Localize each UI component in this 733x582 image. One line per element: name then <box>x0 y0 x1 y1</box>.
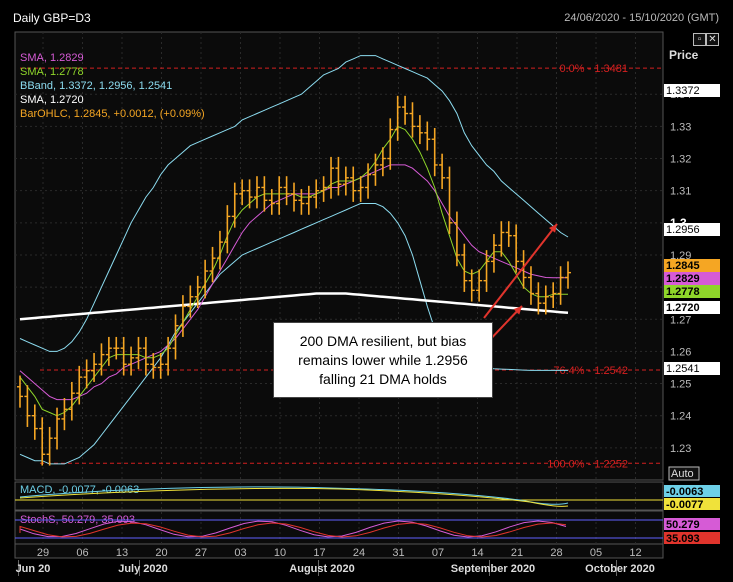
y-tick-label: 1.23 <box>670 443 691 455</box>
legend-sma-mid: SMA, 1.2829 <box>20 52 84 64</box>
y-tick-label: 1.27 <box>670 314 691 326</box>
month-label: Jun 20 <box>16 563 51 575</box>
price-tag-text: 1.2829 <box>666 273 700 285</box>
macd-tag-text: -0.0063 <box>666 486 703 498</box>
x-tick-label: 07 <box>432 547 444 559</box>
y-tick-label: 1.26 <box>670 346 691 358</box>
xaxis-frame <box>14 543 664 559</box>
month-label: September 2020 <box>451 563 535 575</box>
x-tick-label: 13 <box>116 547 128 559</box>
x-tick-label: 12 <box>629 547 641 559</box>
legend-bar-ohlc: BarOHLC, 1.2845, +0.0012, (+0.09%) <box>20 108 205 120</box>
callout-line-2: remains lower while 1.2956 <box>298 352 468 368</box>
x-tick-label: 05 <box>590 547 602 559</box>
x-tick-label: 24 <box>353 547 365 559</box>
fib-level-label: 100.0% - 1.2252 <box>547 458 628 470</box>
x-tick-label: 17 <box>313 547 325 559</box>
price-tag-text: 1.2720 <box>666 302 700 314</box>
x-tick-label: 21 <box>511 547 523 559</box>
analysis-callout: 200 DMA resilient, but bias remains lowe… <box>273 322 493 398</box>
month-label: August 2020 <box>289 563 354 575</box>
y-tick-label: 1.33 <box>670 121 691 133</box>
legend-sma-fast: SMA, 1.2778 <box>20 66 84 78</box>
legend-sma-long: SMA, 1.2720 <box>20 94 84 106</box>
x-tick-label: 03 <box>234 547 246 559</box>
legend-bband: BBand, 1.3372, 1.2956, 1.2541 <box>20 80 173 92</box>
month-label: October 2020 <box>585 563 655 575</box>
x-tick-label: 10 <box>274 547 286 559</box>
auto-scale-label: Auto <box>671 468 694 480</box>
x-tick-label: 29 <box>37 547 49 559</box>
restore-icon[interactable]: ▫ <box>693 33 706 46</box>
y-tick-label: 1.32 <box>670 154 691 166</box>
x-tick-label: 31 <box>392 547 404 559</box>
x-tick-label: 20 <box>155 547 167 559</box>
x-tick-label: 06 <box>76 547 88 559</box>
y-tick-label: 1.31 <box>670 186 691 198</box>
stoch-tag-text: 35.093 <box>666 533 700 545</box>
price-tag-text: 1.3372 <box>666 85 700 97</box>
stoch-tag-text: 50.279 <box>666 519 700 531</box>
fib-level-label: 0.0% - 1.3481 <box>560 63 629 75</box>
price-tag-text: 1.2845 <box>666 260 700 272</box>
close-icon[interactable]: ✕ <box>706 33 719 46</box>
x-tick-label: 14 <box>471 547 483 559</box>
y-tick-label: 1.25 <box>670 379 691 391</box>
price-tag-text: 1.2541 <box>666 363 700 375</box>
price-axis-label: Price <box>669 48 699 62</box>
x-tick-label: 28 <box>550 547 562 559</box>
fib-level-label: 76.4% - 1.2542 <box>553 365 628 377</box>
price-tag-text: 1.2956 <box>666 224 700 236</box>
callout-line-3: falling 21 DMA holds <box>319 371 447 387</box>
price-tag-text: 1.2778 <box>666 286 700 298</box>
month-label: July 2020 <box>118 563 168 575</box>
x-tick-label: 27 <box>195 547 207 559</box>
main-plot-frame <box>14 31 664 481</box>
macd-tag-text: -0.0077 <box>666 499 703 511</box>
y-tick-label: 1.24 <box>670 411 691 423</box>
callout-line-1: 200 DMA resilient, but bias <box>299 333 467 349</box>
